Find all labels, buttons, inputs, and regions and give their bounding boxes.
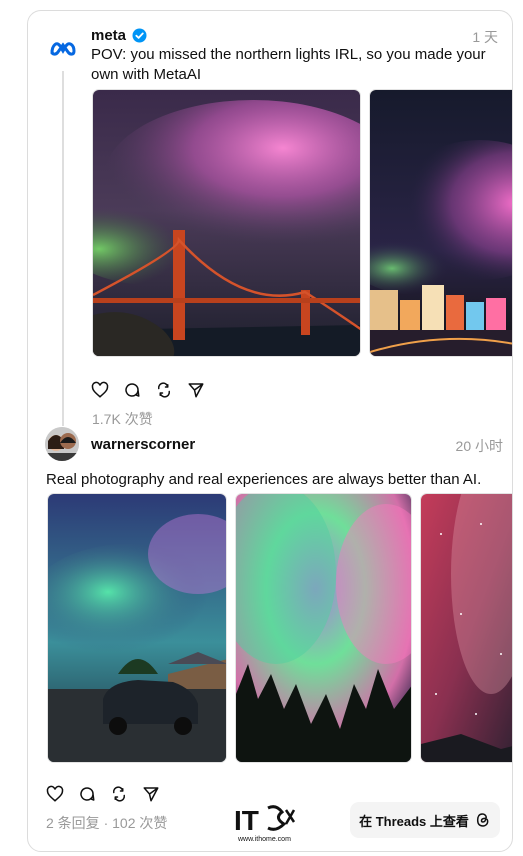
threads-embed-card: meta 1 天 POV: you missed the northern li… [27,10,513,852]
verified-icon [132,28,147,43]
repost-icon[interactable] [154,380,174,400]
post2-text: Real photography and real experiences ar… [46,471,482,488]
heart-icon[interactable] [45,784,65,804]
post2-actions [45,784,161,804]
post2-stats[interactable]: 2 条回复 · 102 次赞 [46,813,167,833]
view-on-threads-label: 在 Threads 上查看 [359,813,469,829]
heart-icon[interactable] [90,380,110,400]
share-icon[interactable] [141,784,161,804]
post1-image-city-skyline[interactable] [369,89,512,357]
post2-timestamp[interactable]: 20 小时 [456,436,503,456]
post2-image-trees-aurora[interactable] [235,493,412,763]
post2-image-house-car[interactable] [47,493,227,763]
share-icon[interactable] [186,380,206,400]
post1-image-golden-gate[interactable] [92,89,361,357]
post1-actions [90,380,206,400]
ithome-watermark: IT www.ithome.com [232,802,296,846]
avatar[interactable] [45,427,79,461]
post1-timestamp[interactable]: 1 天 [472,27,498,47]
watermark-url: www.ithome.com [238,836,291,843]
post2-username[interactable]: warnerscorner [91,436,195,453]
view-on-threads-button[interactable]: 在 Threads 上查看 [350,802,500,838]
svg-text:IT: IT [234,805,259,836]
threads-logo-icon [475,812,491,828]
post1-likes[interactable]: 1.7K 次赞 [92,409,153,429]
post1-text: POV: you missed the northern lights IRL,… [91,46,486,83]
post1-username[interactable]: meta [91,27,126,44]
meta-logo-icon[interactable] [46,31,80,65]
repost-icon[interactable] [109,784,129,804]
thread-connector-line [62,71,64,426]
post2-image-milky-way[interactable] [420,493,512,763]
comment-icon[interactable] [77,784,97,804]
comment-icon[interactable] [122,380,142,400]
